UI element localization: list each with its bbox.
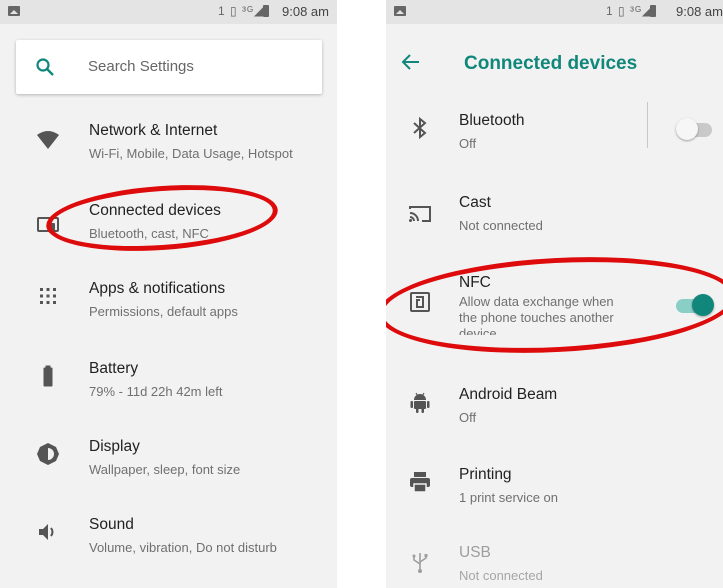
android-icon <box>410 392 430 413</box>
status-time: 9:08 am <box>676 4 723 19</box>
item-title: Cast <box>459 194 491 211</box>
item-title: Battery <box>89 360 139 377</box>
brightness-icon <box>37 443 59 465</box>
settings-item-sound[interactable]: Sound Volume, vibration, Do not disturb <box>0 504 337 574</box>
item-title: Apps & notifications <box>89 280 226 297</box>
item-title: Display <box>89 438 140 455</box>
app-bar: Connected devices <box>386 24 723 102</box>
search-placeholder: Search Settings <box>88 58 194 75</box>
apps-grid-icon <box>40 288 56 304</box>
item-subtitle: 79% - 11d 22h 42m left <box>89 384 223 399</box>
connected-devices-icon <box>37 217 59 233</box>
wifi-icon <box>37 131 59 149</box>
item-subtitle: Not connected <box>459 218 543 233</box>
settings-item-apps[interactable]: Apps & notifications Permissions, defaul… <box>0 268 337 338</box>
battery-status-icon <box>650 5 656 17</box>
image-notification-icon <box>394 6 406 16</box>
status-time: 9:08 am <box>282 4 329 19</box>
item-subtitle: Off <box>459 136 477 151</box>
nfc-item[interactable]: NFC Allow data exchange when the phone t… <box>386 260 723 344</box>
nfc-icon <box>410 292 430 312</box>
item-title: Sound <box>89 516 134 533</box>
item-subtitle-line-1: Allow data exchange when <box>459 294 614 309</box>
usb-icon <box>412 553 428 573</box>
connected-devices-screen: 1 ▯ ³ᴳ◢ 9:08 am Connected devices Blueto… <box>386 0 723 588</box>
settings-screen: 1 ▯ ³ᴳ◢ 9:08 am Search Settings Network … <box>0 0 337 588</box>
item-subtitle: 1 print service on <box>459 490 558 505</box>
printer-icon <box>410 472 430 493</box>
item-subtitle: Not connected <box>459 568 543 583</box>
cast-icon <box>409 206 431 222</box>
battery-status-icon <box>263 5 269 17</box>
printing-item[interactable]: Printing 1 print service on <box>386 454 723 524</box>
back-arrow-icon[interactable] <box>401 52 421 72</box>
page-title: Connected devices <box>464 53 638 74</box>
usb-item[interactable]: USB Not connected <box>386 532 723 588</box>
item-subtitle-line-3: device <box>459 326 497 335</box>
image-notification-icon <box>8 6 20 16</box>
item-subtitle: Permissions, default apps <box>89 304 238 319</box>
settings-item-connected-devices[interactable]: Connected devices Bluetooth, cast, NFC <box>0 190 337 260</box>
settings-item-network[interactable]: Network & Internet Wi-Fi, Mobile, Data U… <box>0 110 337 180</box>
item-subtitle-line-2: the phone touches another <box>459 310 614 325</box>
settings-item-battery[interactable]: Battery 79% - 11d 22h 42m left <box>0 348 337 418</box>
speaker-icon <box>39 524 54 540</box>
android-beam-item[interactable]: Android Beam Off <box>386 374 723 444</box>
item-subtitle: Bluetooth, cast, NFC <box>89 226 209 241</box>
item-title: Connected devices <box>89 202 221 219</box>
item-subtitle: Wallpaper, sleep, font size <box>89 462 241 477</box>
item-title: NFC <box>459 274 491 291</box>
item-title: Android Beam <box>459 386 558 403</box>
bluetooth-icon <box>413 116 427 140</box>
item-title: Printing <box>459 466 512 483</box>
search-icon <box>36 58 54 76</box>
status-bar: 1 ▯ ³ᴳ◢ 9:08 am <box>386 0 723 24</box>
divider <box>647 102 648 148</box>
status-icons: 1 ▯ ³ᴳ◢ <box>606 4 653 18</box>
item-subtitle: Wi-Fi, Mobile, Data Usage, Hotspot <box>89 146 293 161</box>
battery-icon <box>43 365 53 387</box>
item-title: Network & Internet <box>89 122 218 139</box>
settings-item-display[interactable]: Display Wallpaper, sleep, font size <box>0 426 337 496</box>
item-title: Bluetooth <box>459 112 525 129</box>
bluetooth-item[interactable]: Bluetooth Off <box>386 100 723 170</box>
cast-item[interactable]: Cast Not connected <box>386 182 723 252</box>
item-subtitle: Off <box>459 410 477 425</box>
item-subtitle: Volume, vibration, Do not disturb <box>89 540 277 555</box>
item-title: USB <box>459 544 491 561</box>
status-icons: 1 ▯ ³ᴳ◢ <box>218 4 265 18</box>
search-settings-bar[interactable]: Search Settings <box>16 40 322 94</box>
status-bar: 1 ▯ ³ᴳ◢ 9:08 am <box>0 0 337 24</box>
